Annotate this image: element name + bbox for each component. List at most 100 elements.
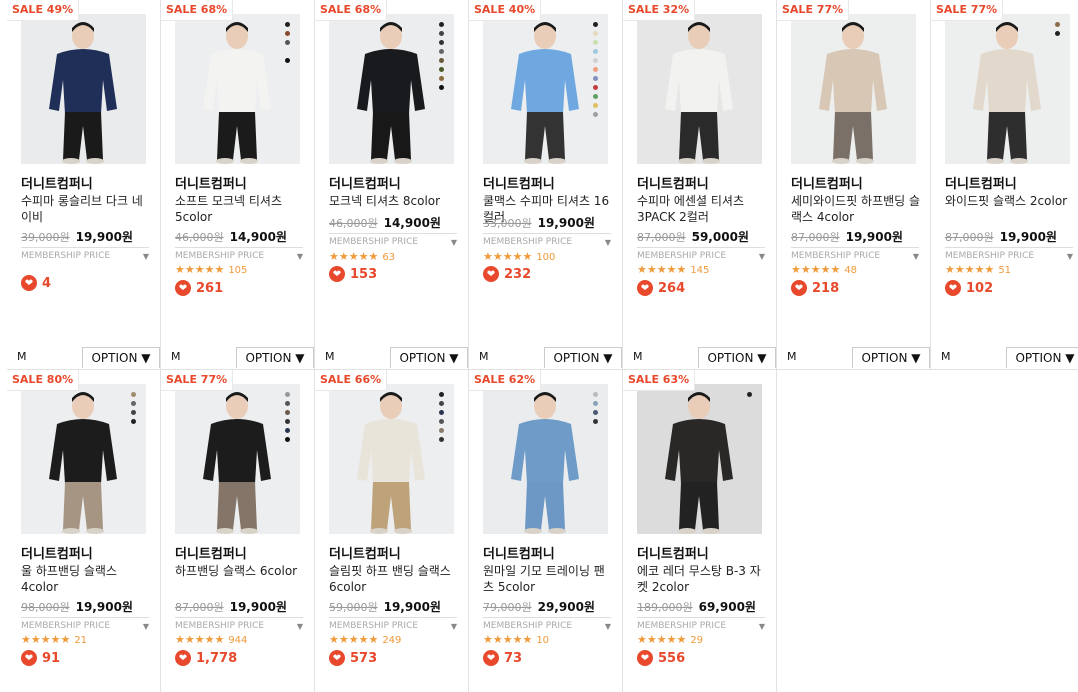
product-card[interactable]: SALE 66% 더니트컴퍼니 슬림핏 하프 밴딩 슬랙스 6color 59,… <box>315 370 469 692</box>
like-button[interactable]: ❤ 4 <box>21 275 51 291</box>
color-swatch[interactable] <box>438 49 444 54</box>
like-button[interactable]: ❤ 573 <box>329 650 377 666</box>
color-swatch[interactable] <box>592 392 598 397</box>
option-dropdown[interactable]: OPTION ▼ <box>544 347 622 368</box>
color-swatch[interactable] <box>438 22 444 27</box>
product-card[interactable]: SALE 63% 더니트컴퍼니 에코 레더 무스탕 B-3 자켓 2color … <box>623 370 777 692</box>
product-image[interactable] <box>483 384 608 534</box>
membership-price-toggle[interactable]: MEMBERSHIP PRICE ▼ <box>329 617 457 631</box>
color-swatch[interactable] <box>438 67 444 72</box>
membership-price-toggle[interactable]: MEMBERSHIP PRICE ▼ <box>175 617 303 631</box>
brand-name[interactable]: 더니트컴퍼니 <box>483 543 555 562</box>
color-swatch[interactable] <box>746 392 752 397</box>
color-swatch[interactable] <box>130 401 136 406</box>
color-swatch[interactable] <box>592 67 598 72</box>
membership-price-toggle[interactable]: MEMBERSHIP PRICE ▼ <box>945 247 1073 261</box>
like-button[interactable]: ❤ 556 <box>637 650 685 666</box>
brand-name[interactable]: 더니트컴퍼니 <box>945 173 1017 192</box>
color-swatch[interactable] <box>284 392 290 397</box>
product-name[interactable]: 하프밴딩 슬랙스 6color <box>175 563 305 579</box>
option-dropdown[interactable]: OPTION ▼ <box>698 347 776 368</box>
like-button[interactable]: ❤ 153 <box>329 266 377 282</box>
color-swatch[interactable] <box>438 40 444 45</box>
color-swatch[interactable] <box>130 419 136 424</box>
like-button[interactable]: ❤ 91 <box>21 650 60 666</box>
product-name[interactable]: 세미와이드핏 하프밴딩 슬랙스 4color <box>791 193 921 225</box>
like-button[interactable]: ❤ 1,778 <box>175 650 237 666</box>
product-card[interactable]: SALE 68% 더니트컴퍼니 모크넥 티셔츠 8color 46,000원 14… <box>315 0 469 370</box>
color-swatch[interactable] <box>130 392 136 397</box>
product-name[interactable]: 소프트 모크넥 티셔츠 5color <box>175 193 305 225</box>
product-image[interactable] <box>21 14 146 164</box>
color-swatch[interactable] <box>592 49 598 54</box>
color-swatch[interactable] <box>592 103 598 108</box>
color-swatch[interactable] <box>592 410 598 415</box>
brand-name[interactable]: 더니트컴퍼니 <box>329 543 401 562</box>
color-swatch[interactable] <box>438 419 444 424</box>
product-name[interactable]: 슬림핏 하프 밴딩 슬랙스 6color <box>329 563 459 595</box>
color-swatch[interactable] <box>592 58 598 63</box>
membership-price-toggle[interactable]: MEMBERSHIP PRICE ▼ <box>483 617 611 631</box>
brand-name[interactable]: 더니트컴퍼니 <box>483 173 555 192</box>
brand-name[interactable]: 더니트컴퍼니 <box>21 173 93 192</box>
product-name[interactable]: 모크넥 티셔츠 8color <box>329 193 459 209</box>
color-swatch[interactable] <box>592 85 598 90</box>
product-card[interactable]: SALE 40% 더니트컴퍼니 쿨맥스 수피마 티셔츠 16컬러 33,000원… <box>469 0 623 370</box>
color-swatch[interactable] <box>438 437 444 442</box>
like-button[interactable]: ❤ 102 <box>945 280 993 296</box>
product-card[interactable]: SALE 77% 더니트컴퍼니 하프밴딩 슬랙스 6color 87,000원 1… <box>161 370 315 692</box>
color-swatch[interactable] <box>592 419 598 424</box>
color-swatch[interactable] <box>284 401 290 406</box>
product-image[interactable] <box>483 14 608 164</box>
color-swatch[interactable] <box>592 401 598 406</box>
color-swatch[interactable] <box>438 428 444 433</box>
color-swatch[interactable] <box>284 410 290 415</box>
product-card[interactable]: SALE 32% 더니트컴퍼니 수피마 에센셜 티셔츠 3PACK 2컬러 87… <box>623 0 777 370</box>
membership-price-toggle[interactable]: MEMBERSHIP PRICE ▼ <box>21 617 149 631</box>
option-dropdown[interactable]: OPTION ▼ <box>1006 347 1078 368</box>
color-swatch[interactable] <box>592 31 598 36</box>
product-image[interactable] <box>791 14 916 164</box>
color-swatch[interactable] <box>438 85 444 90</box>
membership-price-toggle[interactable]: MEMBERSHIP PRICE ▼ <box>637 617 765 631</box>
color-swatch[interactable] <box>438 31 444 36</box>
color-swatch[interactable] <box>438 392 444 397</box>
membership-price-toggle[interactable]: MEMBERSHIP PRICE ▼ <box>483 233 611 247</box>
color-swatch[interactable] <box>592 40 598 45</box>
color-swatch[interactable] <box>284 31 290 36</box>
color-swatch[interactable] <box>284 437 290 442</box>
color-swatch[interactable] <box>438 76 444 81</box>
color-swatch[interactable] <box>284 40 290 45</box>
color-swatch[interactable] <box>284 419 290 424</box>
brand-name[interactable]: 더니트컴퍼니 <box>329 173 401 192</box>
color-swatch[interactable] <box>592 112 598 117</box>
product-card[interactable]: SALE 77% 더니트컴퍼니 세미와이드핏 하프밴딩 슬랙스 4color 8… <box>777 0 931 370</box>
product-image[interactable] <box>21 384 146 534</box>
membership-price-toggle[interactable]: MEMBERSHIP PRICE ▼ <box>329 233 457 247</box>
product-name[interactable]: 울 하프밴딩 슬랙스 4color <box>21 563 151 595</box>
membership-price-toggle[interactable]: MEMBERSHIP PRICE ▼ <box>21 247 149 261</box>
product-image[interactable] <box>329 384 454 534</box>
color-swatch[interactable] <box>284 58 290 63</box>
brand-name[interactable]: 더니트컴퍼니 <box>175 543 247 562</box>
brand-name[interactable]: 더니트컴퍼니 <box>637 173 709 192</box>
like-button[interactable]: ❤ 264 <box>637 280 685 296</box>
membership-price-toggle[interactable]: MEMBERSHIP PRICE ▼ <box>637 247 765 261</box>
product-card[interactable]: SALE 80% 더니트컴퍼니 울 하프밴딩 슬랙스 4color 98,000… <box>7 370 161 692</box>
membership-price-toggle[interactable]: MEMBERSHIP PRICE ▼ <box>175 247 303 261</box>
product-card[interactable]: SALE 68% 더니트컴퍼니 소프트 모크넥 티셔츠 5color 46,00… <box>161 0 315 370</box>
product-image[interactable] <box>637 14 762 164</box>
product-card[interactable]: SALE 49% 더니트컴퍼니 수피마 롱슬리브 다크 네이비 39,000원 1… <box>7 0 161 370</box>
product-name[interactable]: 에코 레더 무스탕 B-3 자켓 2color <box>637 563 767 595</box>
color-swatch[interactable] <box>284 22 290 27</box>
product-name[interactable]: 수피마 롱슬리브 다크 네이비 <box>21 193 151 225</box>
product-image[interactable] <box>329 14 454 164</box>
product-card[interactable]: SALE 77% 더니트컴퍼니 와이드핏 슬랙스 2color 87,000원 1… <box>931 0 1078 370</box>
brand-name[interactable]: 더니트컴퍼니 <box>637 543 709 562</box>
membership-price-toggle[interactable]: MEMBERSHIP PRICE ▼ <box>791 247 919 261</box>
like-button[interactable]: ❤ 261 <box>175 280 223 296</box>
brand-name[interactable]: 더니트컴퍼니 <box>791 173 863 192</box>
color-swatch[interactable] <box>592 76 598 81</box>
color-swatch[interactable] <box>130 410 136 415</box>
like-button[interactable]: ❤ 218 <box>791 280 839 296</box>
